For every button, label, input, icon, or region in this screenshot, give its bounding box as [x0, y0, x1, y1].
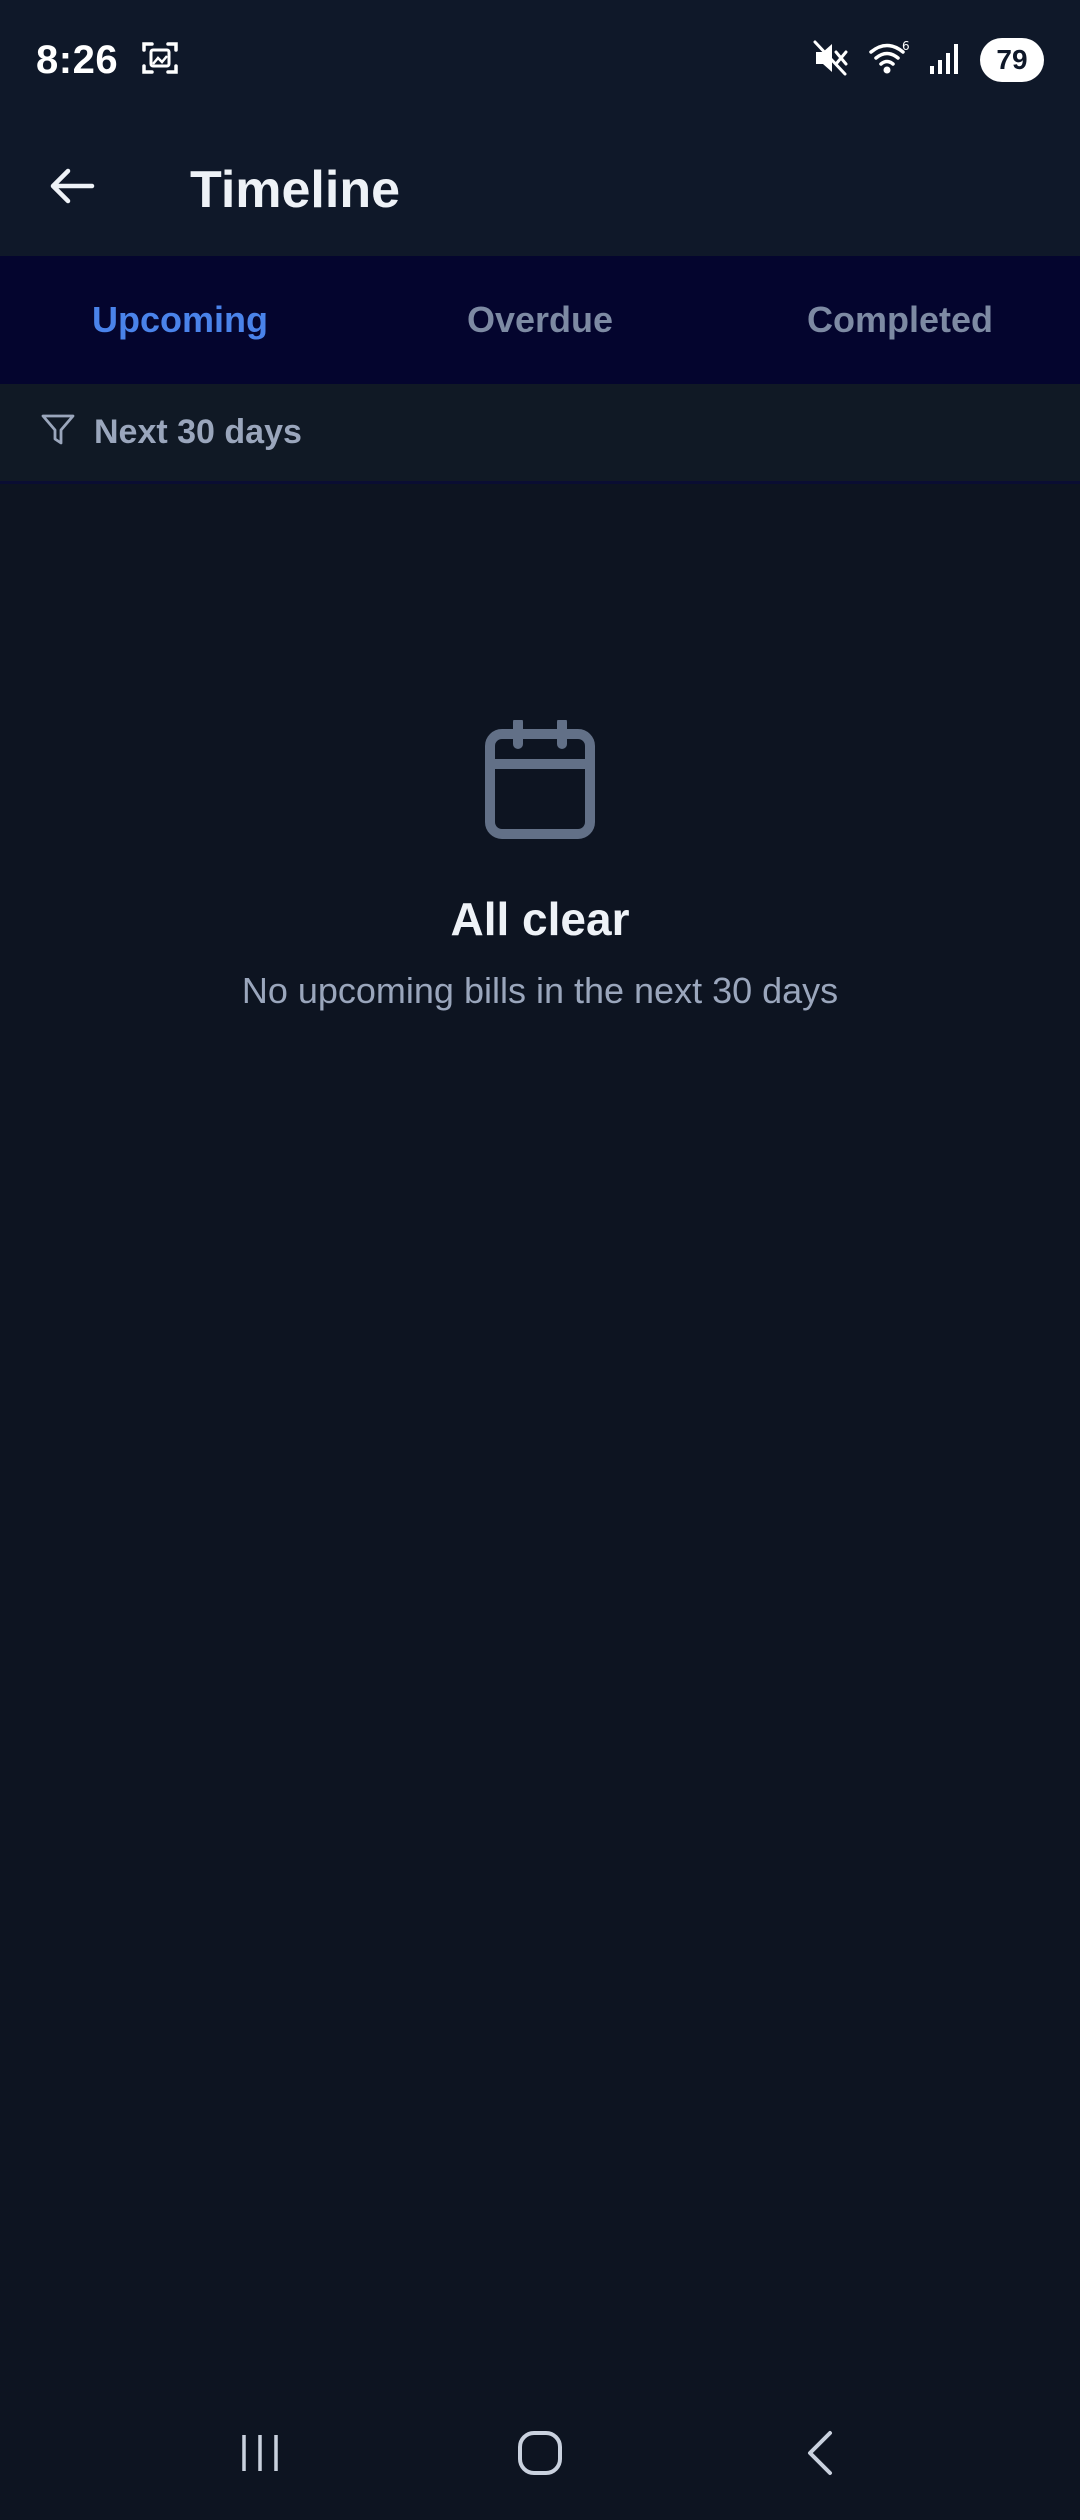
svg-text:6: 6: [902, 39, 910, 53]
tab-bar: Upcoming Overdue Completed: [0, 256, 1080, 384]
status-time: 8:26: [36, 37, 119, 82]
back-icon: [802, 2429, 838, 2482]
status-right: 6 79: [812, 38, 1044, 83]
nav-back-button[interactable]: [770, 2405, 870, 2505]
recents-icon: [238, 2431, 282, 2480]
empty-state-subtitle: No upcoming bills in the next 30 days: [241, 970, 839, 1011]
app-bar: Timeline: [0, 120, 1080, 256]
wifi-icon: 6: [868, 38, 910, 83]
screenshot-icon: [140, 38, 180, 83]
back-button[interactable]: [40, 156, 104, 220]
filter-icon: [40, 412, 76, 453]
filter-selector[interactable]: Next 30 days: [0, 384, 1080, 484]
home-button[interactable]: [490, 2405, 590, 2505]
status-left: 8:26: [36, 38, 180, 83]
empty-state: All clear No upcoming bills in the next …: [0, 717, 1080, 1012]
tab-completed[interactable]: Completed: [720, 256, 1080, 384]
filter-label: Next 30 days: [94, 413, 302, 451]
timeline-screen: 8:26 6 79 Timeline Upcoming Overdue Comp…: [0, 0, 1080, 2520]
signal-icon: [928, 40, 962, 81]
mute-icon: [812, 38, 850, 83]
tab-upcoming[interactable]: Upcoming: [0, 256, 360, 384]
recents-button[interactable]: [210, 2405, 310, 2505]
calendar-icon: [484, 717, 596, 840]
page-title: Timeline: [190, 161, 401, 219]
status-bar: 8:26 6 79: [0, 0, 1080, 120]
empty-state-title: All clear: [450, 893, 630, 945]
battery-indicator: 79: [980, 38, 1044, 82]
arrow-left-icon: [48, 166, 96, 211]
home-icon: [516, 2429, 564, 2482]
tab-overdue[interactable]: Overdue: [360, 256, 720, 384]
system-nav-bar: [0, 2390, 1080, 2520]
